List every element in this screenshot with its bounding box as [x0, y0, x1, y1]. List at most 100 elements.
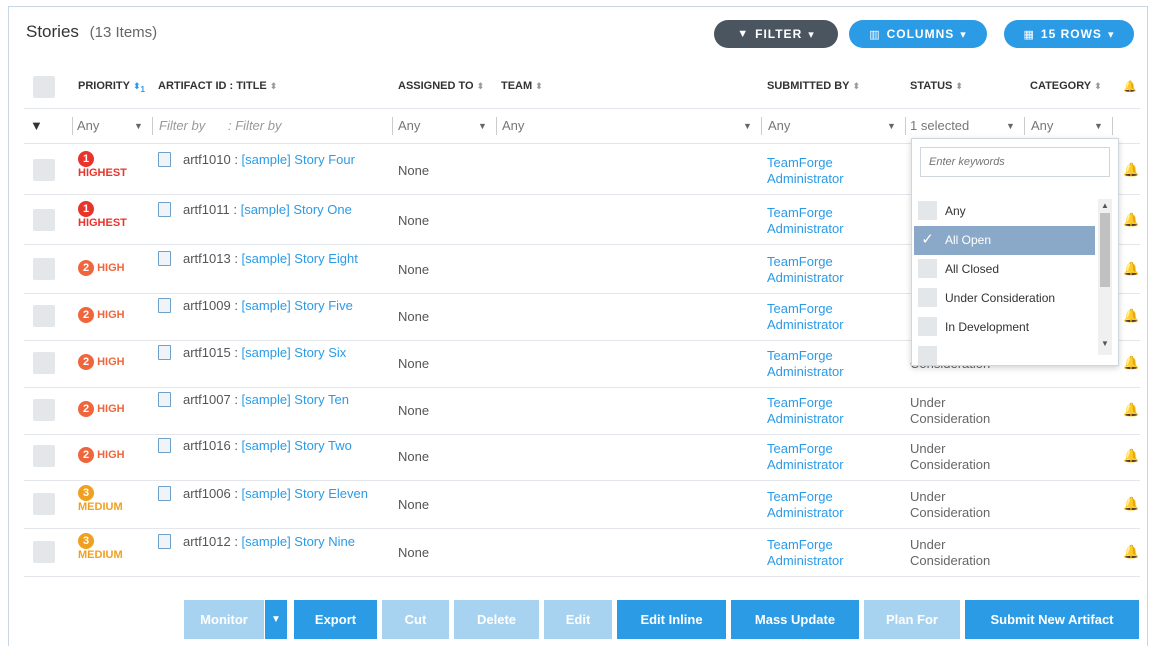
- sort-icon[interactable]: ⬍: [853, 81, 861, 91]
- bell-icon[interactable]: 🔔: [1123, 448, 1139, 464]
- option-checkbox[interactable]: [918, 346, 937, 365]
- sort-icon[interactable]: ⬍: [1094, 81, 1102, 91]
- sort-icon[interactable]: ⬍: [955, 81, 963, 91]
- status-filter[interactable]: 1 selected: [910, 118, 969, 133]
- status-option-any[interactable]: Any: [914, 197, 1095, 226]
- chevron-down-icon[interactable]: ▼: [743, 121, 752, 131]
- artifact-title-link[interactable]: [sample] Story Two: [242, 438, 352, 453]
- artifact-title-link[interactable]: [sample] Story One: [241, 202, 352, 217]
- column-status[interactable]: STATUS ⬍: [910, 80, 963, 92]
- table-row[interactable]: 3 MEDIUM artf1012 : [sample] Story Nine Non…: [0, 528, 1154, 576]
- sort-icon[interactable]: ⬍: [133, 81, 141, 91]
- select-all-checkbox[interactable]: [33, 76, 55, 98]
- edit-button[interactable]: Edit: [544, 600, 612, 639]
- status-option-under-consideration[interactable]: Under Consideration: [914, 284, 1095, 313]
- artifact-title-link[interactable]: [sample] Story Six: [242, 345, 347, 360]
- row-checkbox[interactable]: [33, 493, 55, 515]
- row-checkbox[interactable]: [33, 399, 55, 421]
- status-option-partial[interactable]: [914, 342, 1095, 365]
- column-artifact[interactable]: ARTIFACT ID : TITLE ⬍: [158, 80, 277, 92]
- priority-filter[interactable]: Any: [77, 118, 99, 133]
- export-button[interactable]: Export: [294, 600, 377, 639]
- option-checkbox[interactable]: [918, 288, 937, 307]
- artifact-title-link[interactable]: [sample] Story Nine: [242, 534, 355, 549]
- submitted-by-link[interactable]: TeamForge Administrator: [767, 301, 867, 333]
- status-option-all-closed[interactable]: All Closed: [914, 255, 1095, 284]
- row-checkbox[interactable]: [33, 445, 55, 467]
- chevron-down-icon[interactable]: ▼: [134, 121, 143, 131]
- submitted-by-link[interactable]: TeamForge Administrator: [767, 254, 867, 286]
- row-checkbox[interactable]: [33, 305, 55, 327]
- status-option-in-development[interactable]: In Development: [914, 313, 1095, 342]
- scrollbar-thumb[interactable]: [1100, 213, 1110, 287]
- submitted-by-link[interactable]: TeamForge Administrator: [767, 155, 867, 187]
- bell-icon[interactable]: 🔔: [1123, 544, 1139, 560]
- columns-button[interactable]: ▥ COLUMNS ▾: [849, 20, 987, 48]
- row-checkbox[interactable]: [33, 352, 55, 374]
- plan-for-button[interactable]: Plan For: [864, 600, 960, 639]
- team-filter[interactable]: Any: [502, 118, 524, 133]
- bell-icon[interactable]: 🔔: [1123, 496, 1139, 512]
- title-filter[interactable]: : Filter by: [228, 118, 281, 133]
- bell-icon[interactable]: 🔔: [1123, 80, 1137, 93]
- option-checkbox[interactable]: [918, 317, 937, 336]
- artifact-title-link[interactable]: [sample] Story Eleven: [242, 486, 368, 501]
- column-submitted[interactable]: SUBMITTED BY ⬍: [767, 80, 860, 92]
- delete-button[interactable]: Delete: [454, 600, 539, 639]
- monitor-menu-caret[interactable]: ▼: [265, 600, 287, 639]
- category-filter[interactable]: Any: [1031, 118, 1053, 133]
- mass-update-button[interactable]: Mass Update: [731, 600, 859, 639]
- sort-icon[interactable]: ⬍: [270, 81, 278, 91]
- submitted-by-link[interactable]: TeamForge Administrator: [767, 489, 867, 521]
- chevron-down-icon[interactable]: ▼: [1094, 121, 1103, 131]
- chevron-down-icon[interactable]: ▼: [1006, 121, 1015, 131]
- artifact-title-link[interactable]: [sample] Story Five: [242, 298, 353, 313]
- submitted-by-link[interactable]: TeamForge Administrator: [767, 395, 867, 427]
- scroll-up-icon[interactable]: ▲: [1101, 201, 1109, 210]
- row-checkbox[interactable]: [33, 541, 55, 563]
- bell-icon[interactable]: 🔔: [1123, 308, 1139, 324]
- keyword-search-input[interactable]: [920, 147, 1110, 177]
- submit-new-artifact-button[interactable]: Submit New Artifact: [965, 600, 1139, 639]
- submitted-by-link[interactable]: TeamForge Administrator: [767, 441, 867, 473]
- column-category[interactable]: CATEGORY ⬍: [1030, 80, 1102, 92]
- row-checkbox[interactable]: [33, 209, 55, 231]
- filter-button[interactable]: ▼ FILTER ▾: [714, 20, 838, 48]
- assigned-filter[interactable]: Any: [398, 118, 420, 133]
- bell-icon[interactable]: 🔔: [1123, 162, 1139, 178]
- artifact-title-link[interactable]: [sample] Story Eight: [242, 251, 358, 266]
- submitted-by-link[interactable]: TeamForge Administrator: [767, 205, 867, 237]
- submitted-by-link[interactable]: TeamForge Administrator: [767, 537, 867, 569]
- check-icon[interactable]: ✓: [918, 230, 937, 249]
- bell-icon[interactable]: 🔔: [1123, 402, 1139, 418]
- rows-button[interactable]: ▦ 15 ROWS ▾: [1004, 20, 1134, 48]
- option-checkbox[interactable]: [918, 259, 937, 278]
- scroll-down-icon[interactable]: ▼: [1101, 339, 1109, 348]
- artifact-id-filter[interactable]: Filter by: [159, 118, 205, 133]
- bell-icon[interactable]: 🔔: [1123, 212, 1139, 228]
- table-row[interactable]: 3 MEDIUM artf1006 : [sample] Story Eleven N…: [0, 480, 1154, 528]
- monitor-button[interactable]: Monitor: [184, 600, 264, 639]
- table-row[interactable]: 2 HIGH artf1016 : [sample] Story Two None T…: [0, 432, 1154, 480]
- chevron-down-icon[interactable]: ▼: [887, 121, 896, 131]
- bell-icon[interactable]: 🔔: [1123, 355, 1139, 371]
- artifact-title-link[interactable]: [sample] Story Ten: [242, 392, 349, 407]
- artifact-title-link[interactable]: [sample] Story Four: [242, 152, 355, 167]
- submitted-by-link[interactable]: TeamForge Administrator: [767, 348, 867, 380]
- status-option-all-open[interactable]: ✓ All Open: [914, 226, 1095, 255]
- table-row[interactable]: 2 HIGH artf1007 : [sample] Story Ten None T…: [0, 386, 1154, 434]
- artifact-id: artf1011: [183, 202, 230, 217]
- chevron-down-icon[interactable]: ▼: [478, 121, 487, 131]
- column-team[interactable]: TEAM ⬍: [501, 80, 543, 92]
- sort-icon[interactable]: ⬍: [477, 81, 485, 91]
- option-checkbox[interactable]: [918, 201, 937, 220]
- row-checkbox[interactable]: [33, 159, 55, 181]
- column-priority[interactable]: PRIORITY ⬍1: [78, 80, 145, 94]
- row-checkbox[interactable]: [33, 258, 55, 280]
- column-assigned[interactable]: ASSIGNED TO ⬍: [398, 80, 484, 92]
- submitted-filter[interactable]: Any: [768, 118, 790, 133]
- sort-icon[interactable]: ⬍: [535, 81, 543, 91]
- bell-icon[interactable]: 🔔: [1123, 261, 1139, 277]
- cut-button[interactable]: Cut: [382, 600, 449, 639]
- edit-inline-button[interactable]: Edit Inline: [617, 600, 726, 639]
